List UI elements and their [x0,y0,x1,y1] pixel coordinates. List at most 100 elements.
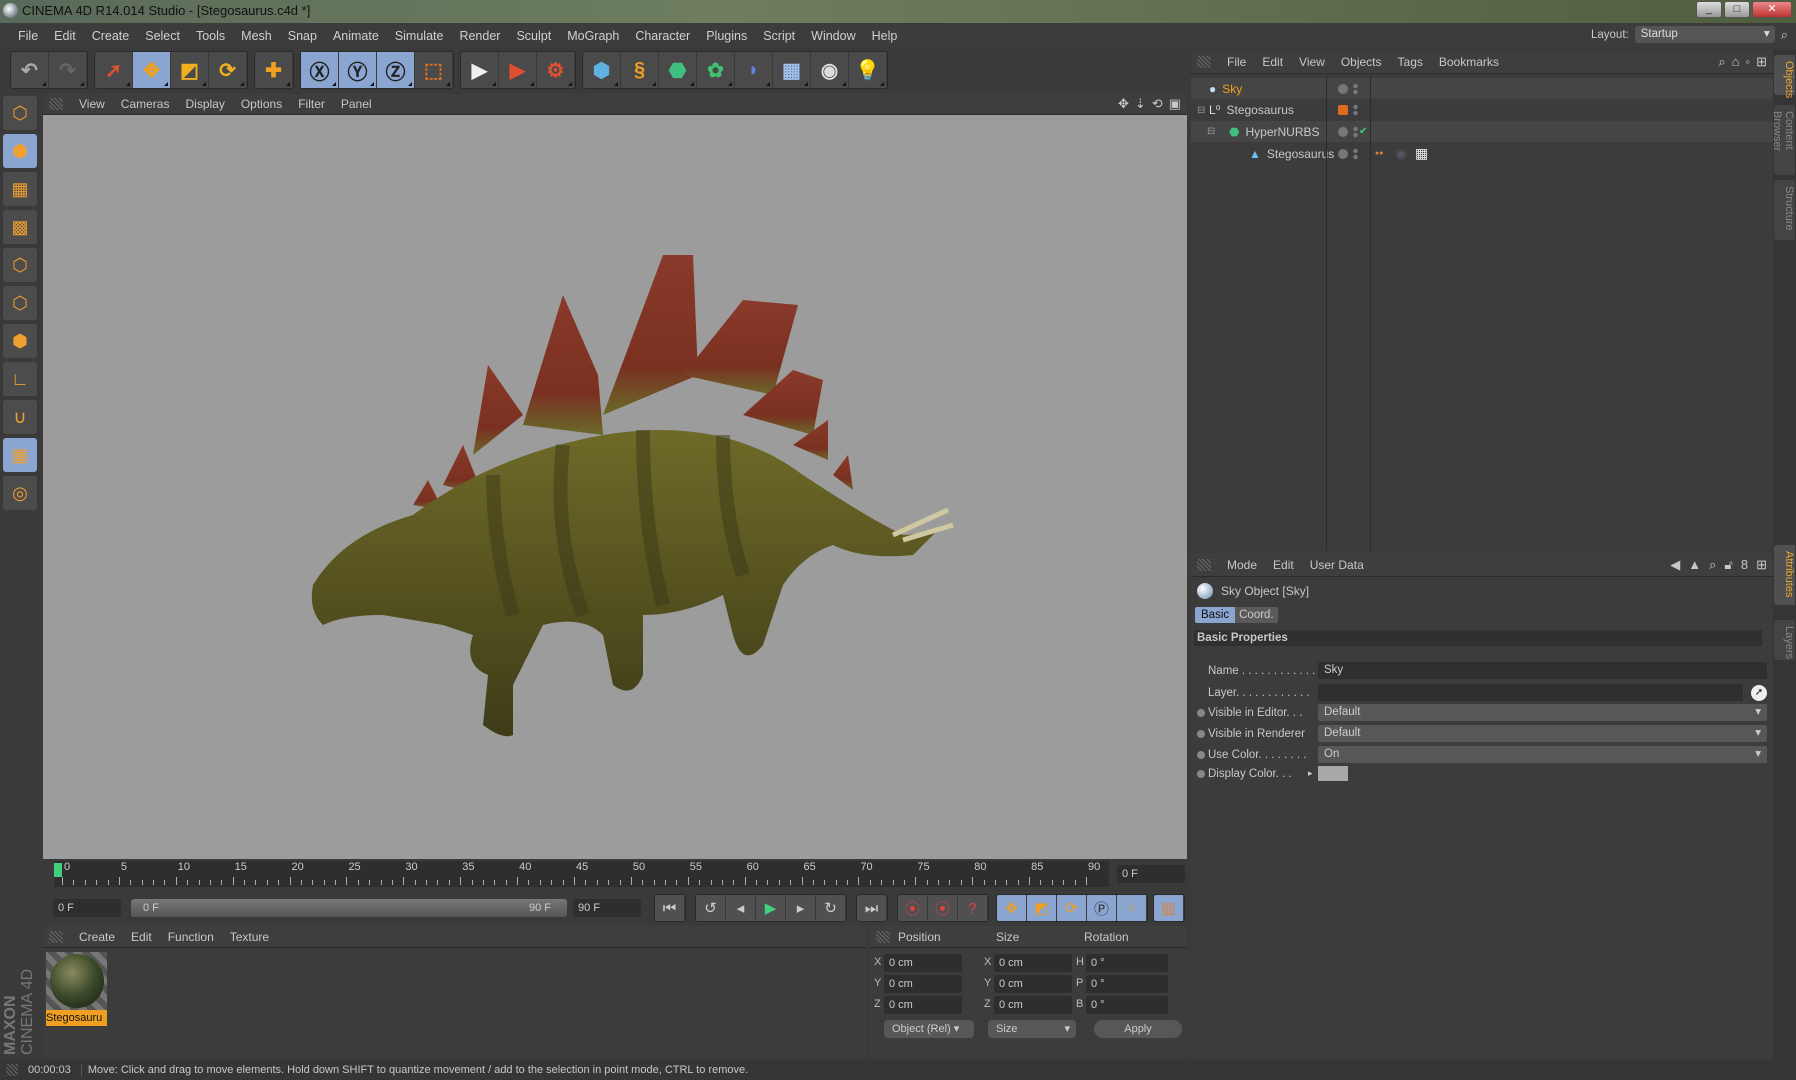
pos-z-field[interactable]: 0 cm [884,996,962,1014]
material-item[interactable]: Stegosauru [46,952,107,1028]
visible-in-renderer-field[interactable]: Default [1318,725,1767,742]
up-arrow-icon[interactable]: ▲ [1688,557,1701,573]
object-menu-view[interactable]: View [1291,55,1333,69]
side-tab-attributes[interactable]: Attributes [1774,545,1795,605]
go-to-end-icon[interactable]: ⏭ [857,895,887,921]
array-button[interactable]: ✿ [697,52,735,88]
maximize-button[interactable]: □ [1724,1,1750,18]
object-menu-tags[interactable]: Tags [1390,55,1431,69]
panel-grip[interactable] [49,98,63,110]
keyframe-selection-icon[interactable]: ? [958,895,988,921]
menu-file[interactable]: File [10,29,46,43]
menu-character[interactable]: Character [627,29,698,43]
layer-field[interactable] [1318,684,1743,701]
tab-coord[interactable]: Coord. [1235,607,1278,623]
undo-button[interactable]: ↶ [11,52,49,88]
3d-viewport[interactable] [43,115,1187,859]
layout-dropdown[interactable]: Startup ▾ [1634,26,1775,43]
live-selection-button[interactable]: ➚ [95,52,133,88]
material-tag-icon[interactable]: ◉ [1395,145,1407,162]
animation-dot[interactable] [1197,708,1205,717]
render-view-button[interactable]: ▶ [461,52,499,88]
object-row[interactable]: ▲ Stegosaurus ●● ◉ ▦ [1191,143,1773,165]
viewport-menu-view[interactable]: View [71,97,113,111]
scale-button[interactable]: ◩ [171,52,209,88]
panel-grip[interactable] [1197,558,1211,571]
viewport-menu-cameras[interactable]: Cameras [113,97,178,111]
viewport-menu-display[interactable]: Display [177,97,232,111]
menu-animate[interactable]: Animate [325,29,387,43]
deformer-button[interactable]: ◗ [735,52,773,88]
rot-z-field[interactable]: 0 ° [1086,996,1168,1014]
tree-toggle-icon[interactable]: ⊟ [1207,126,1219,137]
current-frame-field[interactable]: 0 F [1117,865,1185,883]
visible-in-editor-field[interactable]: Default [1318,704,1767,721]
render-visibility-dot[interactable] [1353,104,1358,117]
animation-dot[interactable] [1197,750,1205,759]
light-button[interactable]: 💡 [849,52,887,88]
key-scale-icon[interactable]: ◩ [1027,895,1057,921]
render-picture-viewer-button[interactable]: ▶ [499,52,537,88]
x-axis-button[interactable]: Ⓧ [301,52,339,88]
name-field[interactable]: Sky [1318,662,1767,679]
size-y-field[interactable]: 0 cm [994,975,1072,993]
menu-tools[interactable]: Tools [188,29,233,43]
menu-script[interactable]: Script [755,29,803,43]
size-mode-dropdown[interactable]: Size ▾ [988,1020,1076,1038]
object-menu-file[interactable]: File [1219,55,1254,69]
attribute-menu-mode[interactable]: Mode [1219,558,1265,572]
menu-select[interactable]: Select [137,29,188,43]
key-pla-icon[interactable]: ⁘ [1117,895,1147,921]
eye-icon[interactable]: ◦ [1745,54,1750,70]
menu-snap[interactable]: Snap [280,29,325,43]
object-menu-bookmarks[interactable]: Bookmarks [1431,55,1507,69]
menu-create[interactable]: Create [84,29,138,43]
pos-x-field[interactable]: 0 cm [884,954,962,972]
object-row[interactable]: ⊟ L⁰ Stegosaurus [1191,99,1773,121]
move-button[interactable]: ✥ [133,52,171,88]
menu-sculpt[interactable]: Sculpt [508,29,559,43]
material-menu-create[interactable]: Create [71,930,123,944]
viewport-menu-filter[interactable]: Filter [290,97,333,111]
model-button[interactable]: ⬡ [3,96,37,130]
visibility-dot[interactable] [1338,148,1348,159]
phong-tag-icon[interactable]: ●● [1375,150,1383,157]
object-menu-edit[interactable]: Edit [1254,55,1291,69]
camera-button[interactable]: ◉ [811,52,849,88]
side-tab-structure[interactable]: Structure [1774,180,1795,240]
minimize-button[interactable]: _ [1696,1,1722,18]
animation-dot[interactable] [1197,729,1205,738]
axis-button[interactable]: ∟ [3,362,37,396]
spline-button[interactable]: § [621,52,659,88]
search-icon[interactable]: ⌕ [1781,27,1788,43]
nurbs-button[interactable]: ⬣ [659,52,697,88]
size-z-field[interactable]: 0 cm [994,996,1072,1014]
end-frame-field[interactable]: 90 F [573,899,641,917]
rotate-view-icon[interactable]: ⟲ [1152,96,1163,112]
grid-lock-button[interactable]: ▦ [3,438,37,472]
object-row[interactable]: ● Sky [1191,78,1773,99]
enabled-check-icon[interactable]: ✔ [1359,126,1367,137]
timeline-ruler[interactable]: 0 5 10 15 20 25 30 35 40 45 50 55 60 65 70 75 80 85 90 [54,861,1109,887]
workplane-button[interactable]: ▩ [3,210,37,244]
uvw-tag-icon[interactable]: ▦ [1415,145,1428,162]
key-position-icon[interactable]: ✥ [997,895,1027,921]
back-arrow-icon[interactable]: ◀ [1670,557,1680,573]
tab-basic[interactable]: Basic [1195,607,1236,623]
home-icon[interactable]: ⌂ [1732,54,1740,70]
attribute-menu-edit[interactable]: Edit [1265,558,1302,572]
object-menu-objects[interactable]: Objects [1333,55,1390,69]
menu-window[interactable]: Window [803,29,863,43]
previous-key-icon[interactable]: ↺ [696,895,726,921]
key-rotation-icon[interactable]: ⟳ [1057,895,1087,921]
magnet-button[interactable]: ∪ [3,400,37,434]
snap-button[interactable]: ◎ [3,476,37,510]
y-axis-button[interactable]: Ⓨ [339,52,377,88]
use-color-field[interactable]: On [1318,746,1767,763]
panel-grip[interactable] [6,1064,18,1076]
coordinate-mode-dropdown[interactable]: Object (Rel) ▾ [884,1020,974,1038]
side-tab-objects[interactable]: Objects [1774,55,1795,98]
render-visibility-dot[interactable] [1353,82,1358,95]
material-menu-function[interactable]: Function [160,930,222,944]
panel-grip[interactable] [876,930,890,943]
